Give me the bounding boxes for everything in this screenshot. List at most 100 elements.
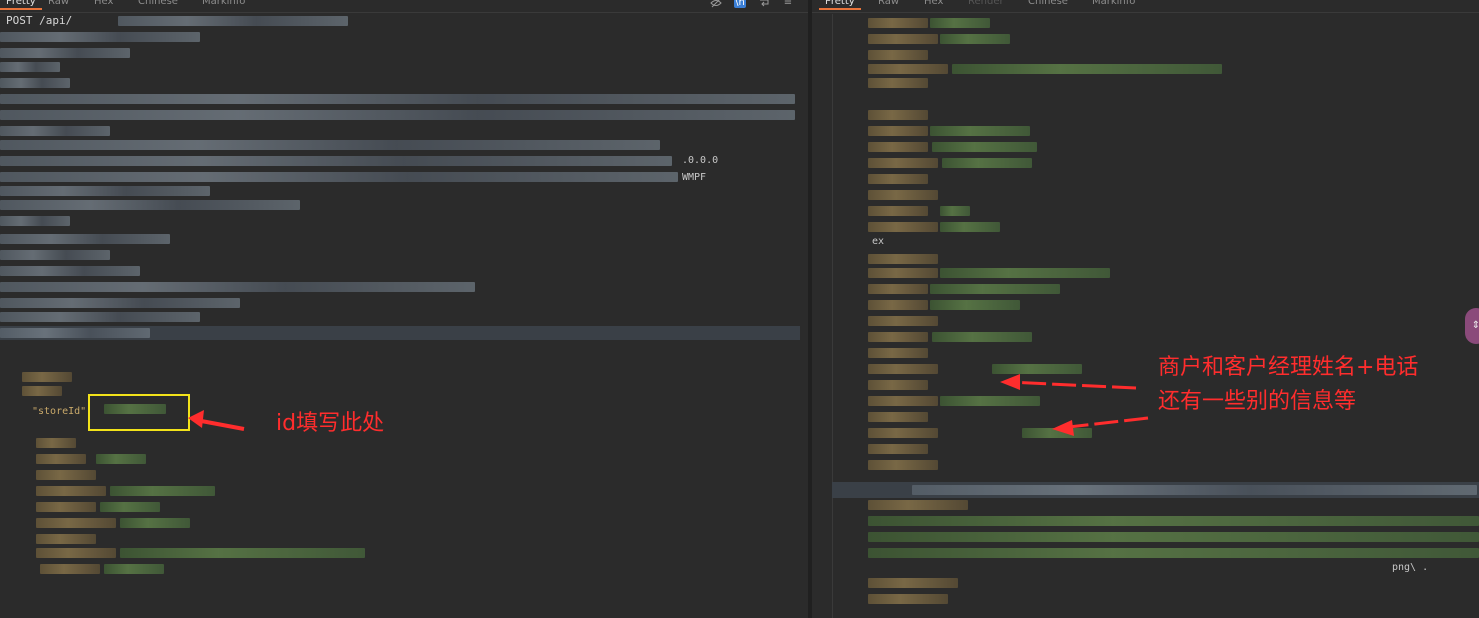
blurred-text [36,454,86,464]
blurred-text [0,32,200,42]
blurred-text [930,126,1030,136]
blurred-text [36,486,106,496]
menu-icon[interactable]: ≡ [782,0,794,8]
annotation-other-info: 还有一些别的信息等 [1158,389,1357,414]
blurred-text [0,216,70,226]
blurred-text [868,364,938,374]
manager-info-blurred [992,364,1082,374]
blurred-text [868,34,938,44]
blurred-text [0,126,110,136]
blurred-text [0,186,210,196]
blurred-text [868,18,928,28]
blurred-text [868,158,938,168]
blurred-text [868,268,938,278]
response-tabbar: Pretty Raw Hex Render Chinese Markinfo [812,0,1479,13]
tab-raw[interactable]: Raw [878,0,899,11]
blurred-text [40,564,100,574]
blurred-text [868,516,1479,526]
store-id-key: "storeId": [32,406,93,417]
blurred-text [36,470,96,480]
blurred-text [0,298,240,308]
blurred-text [932,142,1037,152]
blurred-text [0,234,170,244]
blurred-text [868,380,928,390]
ex-fragment: ex [872,236,885,247]
blurred-text [952,64,1222,74]
blurred-text [868,284,928,294]
tab-chinese[interactable]: Chinese [138,0,178,11]
request-tabbar: Pretty Raw Hex Chinese Markinfo \n ≡ [0,0,808,13]
tab-pretty[interactable]: Pretty [0,0,42,11]
blurred-text [930,284,1060,294]
blurred-text [110,486,215,496]
blurred-text [96,454,146,464]
tab-pretty[interactable]: Pretty [819,0,861,11]
blurred-text [0,200,300,210]
blurred-text [868,142,928,152]
blurred-text [868,254,938,264]
annotation-id-here: id填写此处 [276,411,385,436]
blurred-text [940,222,1000,232]
blurred-text [36,534,96,544]
editor-toolbar: \n ≡ [710,0,794,9]
blurred-text [0,250,110,260]
tab-hex[interactable]: Hex [94,0,113,11]
blurred-text [36,502,96,512]
blurred-text [0,110,795,120]
wrap-icon[interactable] [758,0,770,8]
request-pane: Pretty Raw Hex Chinese Markinfo \n ≡ POS… [0,0,808,618]
wmpf-fragment: WMPF [682,172,707,183]
blurred-text [868,396,938,406]
blurred-text [36,518,116,528]
ip-fragment: .0.0.0 [682,155,719,166]
blurred-text [868,444,928,454]
blurred-text [940,34,1010,44]
tab-hex[interactable]: Hex [924,0,943,11]
side-float-button[interactable]: ⇕ [1465,308,1479,344]
tab-raw[interactable]: Raw [48,0,69,11]
ln-icon[interactable]: \n [734,0,746,8]
blurred-text [868,348,928,358]
blurred-text [0,266,140,276]
response-pane: Pretty Raw Hex Render Chinese Markinfo e… [812,0,1479,618]
blurred-text [868,548,1479,558]
blurred-text [868,332,928,342]
blurred-text [22,372,72,382]
blurred-text [912,485,1477,495]
blurred-text [930,18,990,28]
blurred-text [0,140,660,150]
blurred-text [0,78,70,88]
tab-markinfo[interactable]: Markinfo [202,0,245,11]
blurred-text [868,412,928,422]
tab-chinese[interactable]: Chinese [1028,0,1068,11]
blurred-text [932,332,1032,342]
blurred-text [868,206,928,216]
blurred-text [868,428,938,438]
blurred-text [868,110,928,120]
blurred-text [868,316,938,326]
blurred-text [868,78,928,88]
tab-render: Render [968,0,1004,7]
blurred-text [868,174,928,184]
blurred-text [0,328,150,338]
blurred-text [868,500,968,510]
blurred-text [868,64,948,74]
eye-off-icon[interactable] [710,0,722,8]
blurred-text [868,190,938,200]
blurred-text [120,518,190,528]
tab-markinfo[interactable]: Markinfo [1092,0,1135,11]
blurred-text [868,460,938,470]
blurred-text [0,62,60,72]
blurred-text [868,222,938,232]
blurred-text [36,548,116,558]
blurred-text [940,396,1040,406]
blurred-text [940,268,1110,278]
blurred-text [942,158,1032,168]
blurred-text [0,282,475,292]
blurred-text [868,50,928,60]
blurred-text [100,502,160,512]
blurred-text [0,172,678,182]
png-fragment: png\ . [1392,562,1429,573]
phone-info-blurred [1022,428,1092,438]
blurred-text [120,548,365,558]
